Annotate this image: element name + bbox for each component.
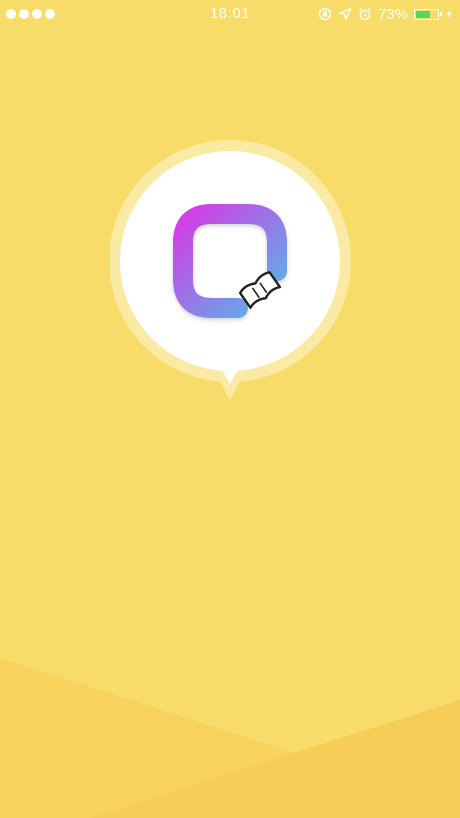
- splash-logo-bubble: [110, 140, 351, 400]
- background-waves: [0, 658, 460, 818]
